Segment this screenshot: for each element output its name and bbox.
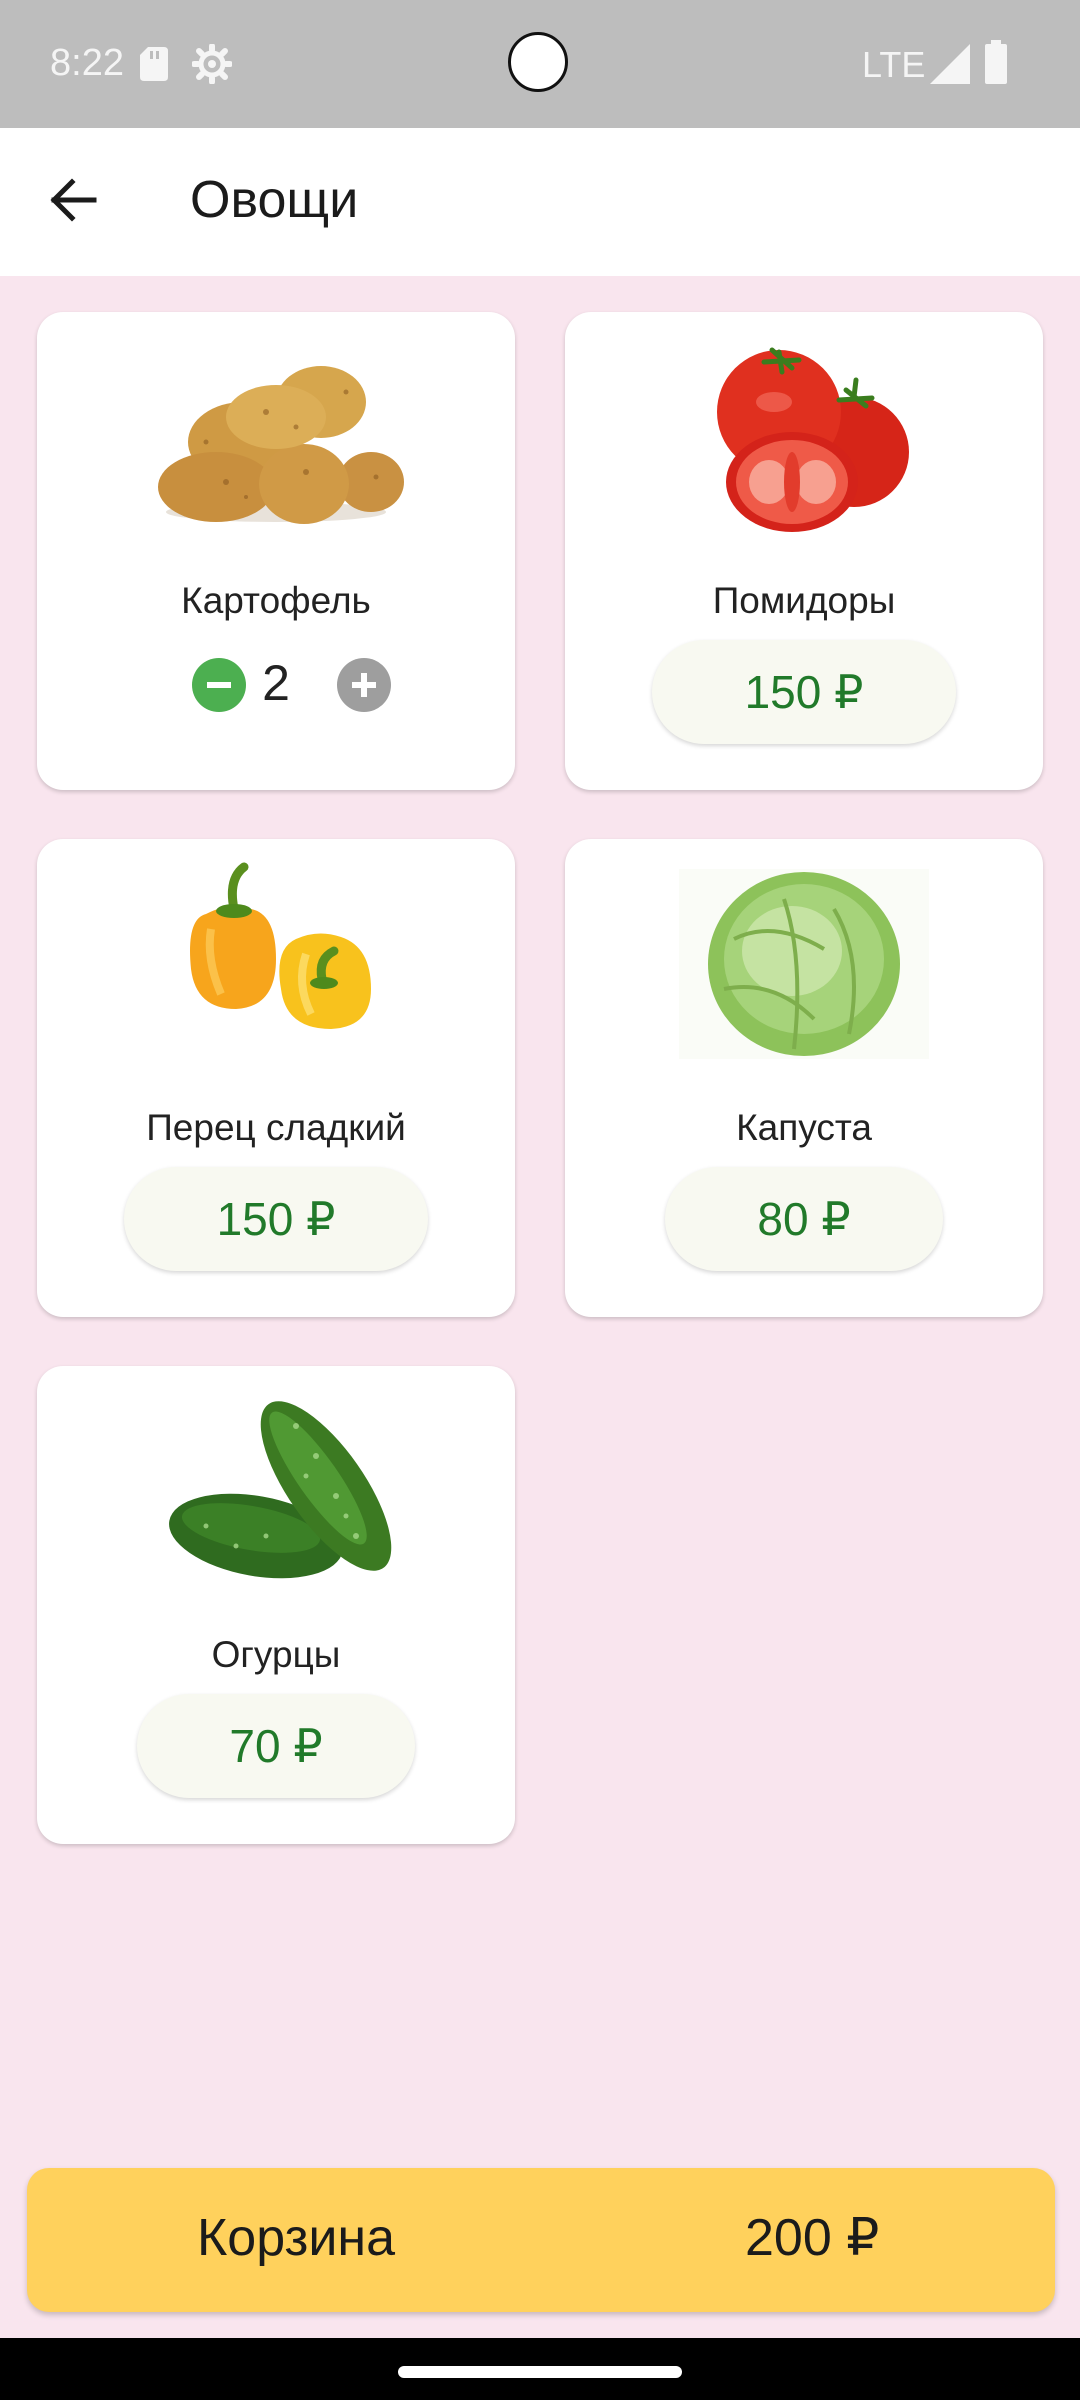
camera-cutout bbox=[508, 32, 568, 92]
increase-button[interactable] bbox=[337, 658, 391, 712]
product-card-pepper[interactable]: Перец сладкий 150 ₽ bbox=[37, 839, 515, 1317]
page-title: Овощи bbox=[190, 171, 359, 229]
cart-button[interactable]: Корзина 200 ₽ bbox=[27, 2168, 1055, 2312]
status-time: 8:22 bbox=[50, 42, 124, 84]
pepper-image bbox=[37, 859, 515, 1059]
minus-icon bbox=[207, 682, 231, 688]
product-name: Картофель bbox=[181, 580, 371, 621]
product-name: Огурцы bbox=[211, 1634, 341, 1675]
quantity-value: 2 bbox=[262, 655, 290, 711]
network-type: LTE bbox=[862, 44, 926, 85]
signal-icon bbox=[930, 44, 970, 84]
plus-icon bbox=[352, 673, 376, 697]
product-card-cabbage[interactable]: Капуста 80 ₽ bbox=[565, 839, 1043, 1317]
product-name: Помидоры bbox=[712, 580, 896, 621]
cart-total: 200 ₽ bbox=[745, 2209, 880, 2267]
product-name: Перец сладкий bbox=[146, 1107, 406, 1148]
arrow-back-icon[interactable] bbox=[46, 172, 102, 228]
cart-label: Корзина bbox=[197, 2209, 396, 2267]
home-gesture-handle[interactable] bbox=[398, 2366, 682, 2378]
cucumber-image bbox=[37, 1386, 515, 1586]
decrease-button[interactable] bbox=[192, 658, 246, 712]
battery-icon bbox=[985, 40, 1007, 84]
gear-icon bbox=[192, 44, 232, 84]
tomato-image bbox=[565, 332, 1043, 532]
quantity-stepper: 2 bbox=[37, 652, 515, 712]
product-name: Капуста bbox=[736, 1107, 872, 1148]
product-card-potato[interactable]: Картофель 2 bbox=[37, 312, 515, 790]
price-button[interactable]: 150 ₽ bbox=[124, 1167, 428, 1271]
app-bar: Овощи bbox=[0, 128, 1080, 276]
price-button[interactable]: 150 ₽ bbox=[652, 640, 956, 744]
status-bar: 8:22 LTE bbox=[0, 0, 1080, 128]
cabbage-image bbox=[565, 859, 1043, 1059]
product-card-cucumber[interactable]: Огурцы 70 ₽ bbox=[37, 1366, 515, 1844]
sd-card-icon bbox=[140, 47, 168, 81]
price-button[interactable]: 80 ₽ bbox=[665, 1167, 943, 1271]
price-button[interactable]: 70 ₽ bbox=[137, 1694, 415, 1798]
product-card-tomato[interactable]: Помидоры 150 ₽ bbox=[565, 312, 1043, 790]
potato-image bbox=[37, 332, 515, 532]
